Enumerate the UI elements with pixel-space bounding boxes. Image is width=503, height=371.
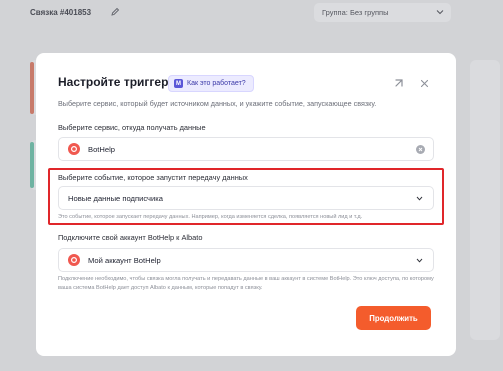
bothelp-logo-icon (68, 143, 80, 155)
service-select[interactable]: BotHelp (58, 137, 434, 161)
close-icon[interactable] (419, 78, 430, 89)
event-label: Выберите событие, которое запустит перед… (58, 173, 248, 182)
clear-icon[interactable] (416, 145, 425, 154)
account-value: Мой аккаунт BotHelp (88, 255, 161, 265)
group-select-value: Группа: Без группы (322, 8, 389, 17)
chevron-down-icon (436, 10, 444, 15)
event-select[interactable]: Новые данные подписчика (58, 186, 434, 210)
how-it-works-icon: M (174, 79, 183, 88)
trigger-modal: Настройте триггер M Как это работает? Вы… (36, 53, 456, 356)
account-label: Подключите свой аккаунт BotHelp к Albato (58, 233, 203, 242)
chevron-down-icon (416, 196, 423, 201)
background-strip-red (30, 62, 34, 114)
modal-title: Настройте триггер (58, 75, 169, 89)
bothelp-logo-icon (68, 254, 80, 266)
service-label: Выберите сервис, откуда получать данные (58, 123, 206, 132)
service-value: BotHelp (88, 144, 116, 154)
account-select[interactable]: Мой аккаунт BotHelp (58, 248, 434, 272)
chevron-down-icon (416, 258, 423, 263)
background-header: Связка #401853 Группа: Без группы (0, 0, 503, 30)
how-it-works-button[interactable]: M Как это работает? (168, 75, 254, 92)
event-value: Новые данные подписчика (68, 193, 163, 203)
how-it-works-label: Как это работает? (187, 80, 246, 87)
link-title: Связка #401853 (30, 8, 92, 17)
modal-subtitle: Выберите сервис, который будет источнико… (58, 99, 377, 108)
event-hint: Это событие, которое запускает передачу … (58, 214, 363, 220)
background-strip-teal (30, 142, 34, 188)
account-hint: Подключение необходимо, чтобы связка мог… (58, 276, 434, 291)
pin-icon[interactable] (393, 78, 404, 89)
background-card (470, 60, 500, 340)
continue-button[interactable]: Продолжить (356, 306, 431, 330)
group-select[interactable]: Группа: Без группы (314, 3, 451, 22)
pencil-icon[interactable] (110, 7, 120, 17)
